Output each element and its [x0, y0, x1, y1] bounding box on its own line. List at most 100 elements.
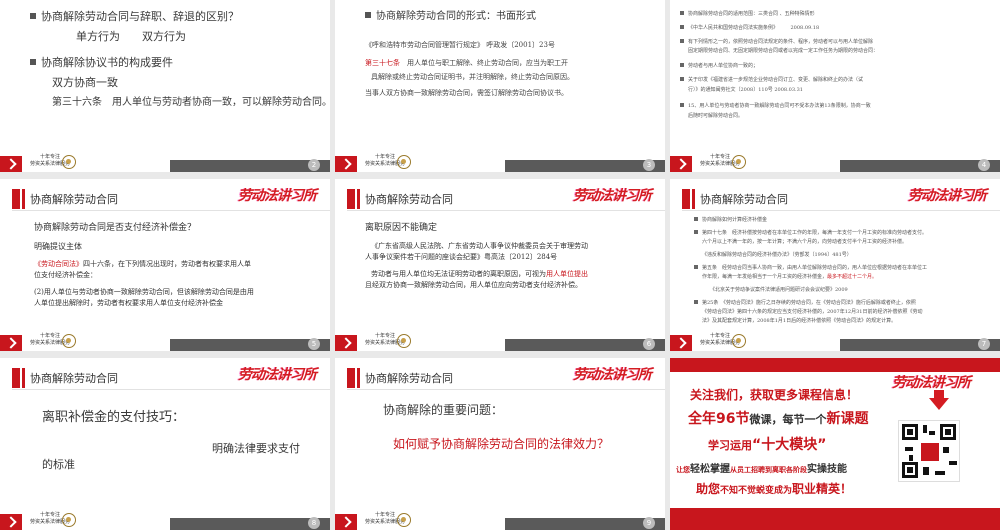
promo-slide[interactable]: 劳动法讲习所 关注我们，获取更多课程信息！ 全年96节微课，每节一个新课题 学习…	[670, 358, 1000, 530]
slide-thumbnail[interactable]: 协商解除劳动合同 劳动法讲习所 离职原因不能确定 《广东省高级人民法院、广东省劳…	[335, 179, 665, 351]
text-line: 《劳动合同法》第四十六条的规定应当支付经济补偿的，2007年12月31日前的经济…	[702, 309, 923, 315]
slide-footer: 十年专注 劳资关系法律服务 2	[0, 152, 330, 172]
bullet-square-icon	[694, 265, 698, 269]
slide-footer: 十年专注 劳资关系法律服务 3	[335, 152, 665, 172]
bullet-square-icon	[680, 103, 684, 107]
chevron-right-icon	[670, 335, 692, 351]
text-line: 行）》的通知闽劳社文〔2008〕110号 2008.03.31	[688, 87, 803, 93]
slide-thumbnail[interactable]: 协商解除劳动合同的形式：书面形式 《呼和浩特市劳动合同管理暂行规定》 呼政发〔2…	[335, 0, 665, 172]
chevron-right-icon	[0, 335, 22, 351]
seal-icon	[397, 334, 411, 348]
bullet-line: 第四十七条 经济补偿按劳动者在本单位工作的年限，每满一年支付一个月工资的标准向劳…	[694, 229, 927, 237]
slide-thumbnail[interactable]: 协商解除劳动合同 劳动法讲习所 协商解除劳动合同是否支付经济补偿金？ 明确提议主…	[0, 179, 330, 351]
slide-title: 协商解除劳动合同	[365, 372, 453, 385]
slide-thumbnail[interactable]: 协商解除劳动合同 劳动法讲习所 协商解除如何计算经济补偿金 第四十七条 经济补偿…	[670, 179, 1000, 351]
text-line: 人单位提出解除时，劳动者有权要求用人单位支付经济补偿金	[34, 299, 223, 307]
slide-thumbnail[interactable]: 协商解除劳动合同 劳动法讲习所 协商解除的重要问题： 如何赋予协商解除劳动合同的…	[335, 358, 665, 530]
slide-title: 协商解除劳动合同	[30, 372, 118, 385]
text-line: 第三十六条 用人单位与劳动者协商一致，可以解除劳动合同。	[52, 97, 330, 108]
top-band	[670, 358, 1000, 372]
text-line: 第三十七条 用人单位与职工解除、终止劳动合同，应当为职工开	[365, 59, 568, 67]
divider	[12, 210, 330, 211]
footer-bar	[505, 160, 665, 172]
question-text: 如何赋予协商解除劳动合同的法律效力？	[393, 437, 610, 451]
page-number: 3	[643, 159, 655, 171]
page-number: 9	[643, 517, 655, 529]
bullet-square-icon	[680, 11, 684, 15]
chevron-right-icon	[670, 156, 692, 172]
bullet-line: 第25条 《劳动合同法》施行之日存续的劳动合同，在《劳动合同法》施行后解除或者终…	[694, 299, 916, 307]
slide-footer: 十年专注 劳资关系法律服务 7	[670, 331, 1000, 351]
slide-thumbnail[interactable]: 协商解除劳动合同与辞职、辞退的区别？ 单方行为 双方行为 协商解除协议书的构成要…	[0, 0, 330, 172]
header-mark	[12, 368, 25, 388]
bullet-square-icon	[680, 25, 684, 29]
footer-bar	[840, 160, 1000, 172]
brand-logo: 劳动法讲习所	[238, 188, 317, 204]
slide-footer: 十年专注 劳资关系法律服务 6	[335, 331, 665, 351]
text-line: 法》及其配套规定计算，2008年1月1日后的经济补偿依照《劳动合同法》的规定计算…	[702, 318, 897, 324]
qr-code-icon[interactable]	[898, 420, 960, 482]
seal-icon	[732, 334, 746, 348]
bullet-square-icon	[694, 230, 698, 234]
text-line: 当事人双方协商一致解除劳动合同，需签订解除劳动合同协议书。	[365, 89, 568, 97]
page-number: 7	[978, 338, 990, 350]
header-mark	[12, 189, 25, 209]
bullet-line: 协商解除如何计算经济补偿金	[694, 216, 767, 224]
divider	[347, 389, 665, 390]
divider	[347, 210, 665, 211]
text-line: 明确提议主体	[34, 242, 82, 251]
brand-logo: 劳动法讲习所	[892, 375, 971, 391]
chevron-right-icon	[335, 514, 357, 530]
text-line: (2)用人单位与劳动者协商一致解除劳动合同，但该解除劳动合同是由用	[34, 288, 254, 296]
text-line: 《北京关于劳动争议案件法律适用问题研讨会会议纪要》2009	[710, 287, 848, 293]
chevron-right-icon	[335, 156, 357, 172]
text-line: 具解除或终止劳动合同证明书，并注明解除，终止劳动合同原因。	[371, 73, 574, 81]
text-line: 的标准	[42, 458, 75, 471]
divider	[682, 210, 1000, 211]
text-line: 《违反和解除劳动合同的经济补偿办法》（劳部发〔1994〕481号）	[702, 252, 852, 258]
text-line: 六个月以上不满一年的，按一年计算；不满六个月的，向劳动者支付半个月工资的经济补偿…	[702, 239, 908, 245]
slide-title: 协商解除劳动合同	[365, 193, 453, 206]
slide-footer: 十年专注 劳资关系法律服务 8	[0, 510, 330, 530]
page-number: 8	[308, 517, 320, 529]
brand-logo: 劳动法讲习所	[908, 188, 987, 204]
bullet-square-icon	[30, 59, 36, 65]
bullet-line: 关于印发《福建省进一步规范企业劳动合同订立、变更、解除和终止的办法（试	[680, 76, 863, 84]
text-line: 劳动者与用人单位均无法证明劳动者的离职原因，可视为用人单位提出	[371, 270, 588, 278]
text-line: 作年限，每满一年发给相当于一个月工资的经济补偿金，最多不超过十二个月。	[702, 274, 878, 280]
footer-bar	[170, 160, 330, 172]
promo-line: 全年96节微课，每节一个新课题	[688, 411, 869, 427]
brand-logo: 劳动法讲习所	[573, 367, 652, 383]
bullet-heading: 协商解除劳动合同与辞职、辞退的区别？	[30, 10, 239, 24]
bullet-square-icon	[30, 13, 36, 19]
page-number: 2	[308, 159, 320, 171]
page-number: 5	[308, 338, 320, 350]
seal-icon	[62, 155, 76, 169]
slide-title: 协商解除劳动合同	[30, 193, 118, 206]
footer-bar	[840, 339, 1000, 351]
chevron-right-icon	[0, 156, 22, 172]
seal-icon	[62, 513, 76, 527]
bullet-square-icon	[365, 12, 371, 18]
slide-thumbnail[interactable]: 协商解除劳动合同 劳动法讲习所 离职补偿金的支付技巧： 明确法律要求支付 的标准…	[0, 358, 330, 530]
slide-title: 协商解除劳动合同	[700, 193, 788, 206]
seal-icon	[397, 155, 411, 169]
footer-bar	[505, 518, 665, 530]
brand-logo: 劳动法讲习所	[573, 188, 652, 204]
bullet-line: 劳动者与用人单位协商一致的；	[680, 62, 758, 70]
slide-thumbnail[interactable]: 协商解除劳动合同的适用范围：三类合同 、五种特殊情形 《中华人民共和国劳动合同法…	[670, 0, 1000, 172]
promo-line: 学习运用“十大模块”	[708, 437, 827, 453]
header-mark	[682, 189, 695, 209]
bullet-line: 协商解除劳动合同的适用范围：三类合同 、五种特殊情形	[680, 10, 815, 18]
footer-bar	[505, 339, 665, 351]
chevron-right-icon	[335, 335, 357, 351]
footer-bar	[170, 339, 330, 351]
bullet-square-icon	[694, 300, 698, 304]
text-line: 明确法律要求支付	[212, 442, 300, 455]
bullet-square-icon	[680, 63, 684, 67]
text-line: 《呼和浩特市劳动合同管理暂行规定》 呼政发〔2001〕23号	[365, 41, 555, 49]
bullet-line: 15、用人单位与劳动者协商一致解除劳动合同可不受本办法第13条限制，协商一致	[680, 102, 871, 110]
seal-icon	[397, 513, 411, 527]
text-line: 后随时可解除劳动合同。	[688, 113, 744, 119]
promo-line: 关注我们，获取更多课程信息！	[690, 388, 859, 402]
